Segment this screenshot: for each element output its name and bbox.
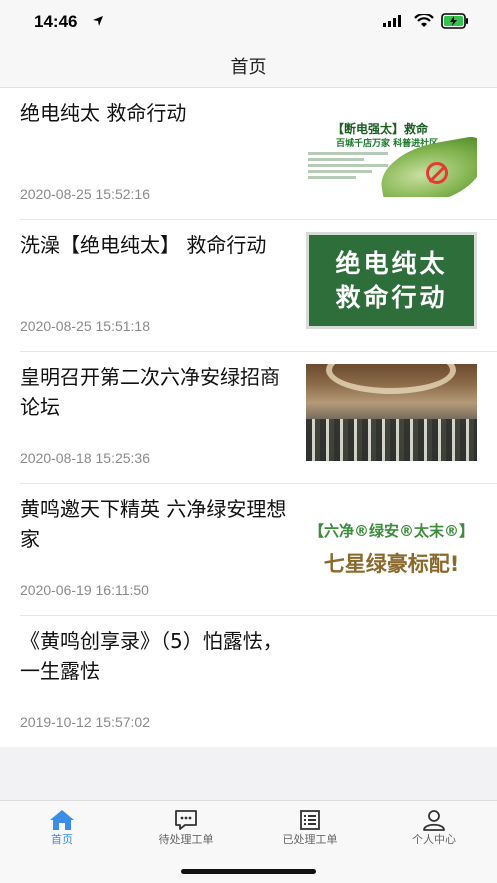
audience-photo: [306, 419, 477, 461]
status-bar: 14:46: [0, 0, 497, 44]
wifi-icon: [414, 14, 434, 27]
location-arrow-icon: [93, 16, 103, 26]
article-item[interactable]: 《黄鸣创享录》（5）怕露怯，一生露怯 2019-10-12 15:57:02: [0, 616, 497, 747]
article-title: 皇明召开第二次六净安绿招商论坛: [20, 365, 280, 419]
article-item[interactable]: 绝电纯太 救命行动 2020-08-25 15:52:16 【断电强太】救命 百…: [0, 88, 497, 219]
article-time: 2020-08-25 15:51:18: [20, 318, 150, 334]
user-icon: [423, 810, 445, 831]
article-thumbnail: 【六净®绿安®太末®】 七星绿豪标配!: [306, 496, 477, 593]
tab-profile[interactable]: 个人中心: [372, 801, 496, 853]
home-icon: [50, 810, 74, 830]
navigation-bar: 首页: [0, 44, 497, 88]
article-list: 绝电纯太 救命行动 2020-08-25 15:52:16 【断电强太】救命 百…: [0, 88, 497, 747]
ceiling-ring: [326, 364, 456, 394]
article-item[interactable]: 皇明召开第二次六净安绿招商论坛 2020-08-18 15:25:36: [0, 352, 497, 483]
article-thumbnail: 绝电纯太 救命行动: [306, 232, 477, 329]
tab-label: 个人中心: [412, 833, 456, 846]
article-thumbnail: 【断电强太】救命 百城千店万家 科普进社区: [306, 100, 477, 197]
signal-icon: [383, 15, 401, 27]
article-title: 绝电纯太 救命行动: [20, 101, 187, 125]
article-time: 2020-08-25 15:52:16: [20, 186, 150, 202]
tab-label: 待处理工单: [158, 833, 214, 846]
thumbnail-text: 绝电纯太: [335, 248, 448, 278]
page-title: 首页: [230, 56, 267, 78]
list-icon: [300, 810, 320, 830]
tab-label: 首页: [51, 833, 73, 846]
tab-label: 已处理工单: [282, 833, 338, 846]
article-item[interactable]: 黄鸣邀天下精英 六净绿安理想家 2020-06-19 16:11:50 【六净®…: [0, 484, 497, 615]
tab-processed-orders[interactable]: 已处理工单: [248, 801, 372, 853]
article-time: 2020-06-19 16:11:50: [20, 582, 149, 598]
battery-charging-icon: [441, 13, 468, 29]
prohibited-icon: [426, 162, 448, 184]
thumbnail-text: 【断电强太】救命: [332, 122, 429, 136]
thumbnail-text: 救命行动: [335, 282, 448, 312]
home-indicator[interactable]: [181, 869, 316, 874]
article-time: 2020-08-18 15:25:36: [20, 450, 150, 466]
thumbnail-fine-print: [308, 152, 388, 182]
thumbnail-text: 七星绿豪标配!: [323, 552, 460, 576]
article-time: 2019-10-12 15:57:02: [20, 714, 150, 730]
article-thumbnail: [306, 364, 477, 461]
article-title: 洗澡【绝电纯太】 救命行动: [20, 233, 267, 257]
thumbnail-text: 【六净®绿安®太末®】: [308, 522, 474, 540]
chat-icon: [175, 810, 197, 830]
status-time: 14:46: [34, 12, 78, 31]
article-item[interactable]: 洗澡【绝电纯太】 救命行动 2020-08-25 15:51:18 绝电纯太 救…: [0, 220, 497, 351]
tab-pending-orders[interactable]: 待处理工单: [124, 801, 248, 853]
article-title: 《黄鸣创享录》（5）怕露怯，一生露怯: [20, 629, 283, 683]
tab-home[interactable]: 首页: [0, 801, 124, 853]
article-title: 黄鸣邀天下精英 六净绿安理想家: [20, 497, 287, 551]
